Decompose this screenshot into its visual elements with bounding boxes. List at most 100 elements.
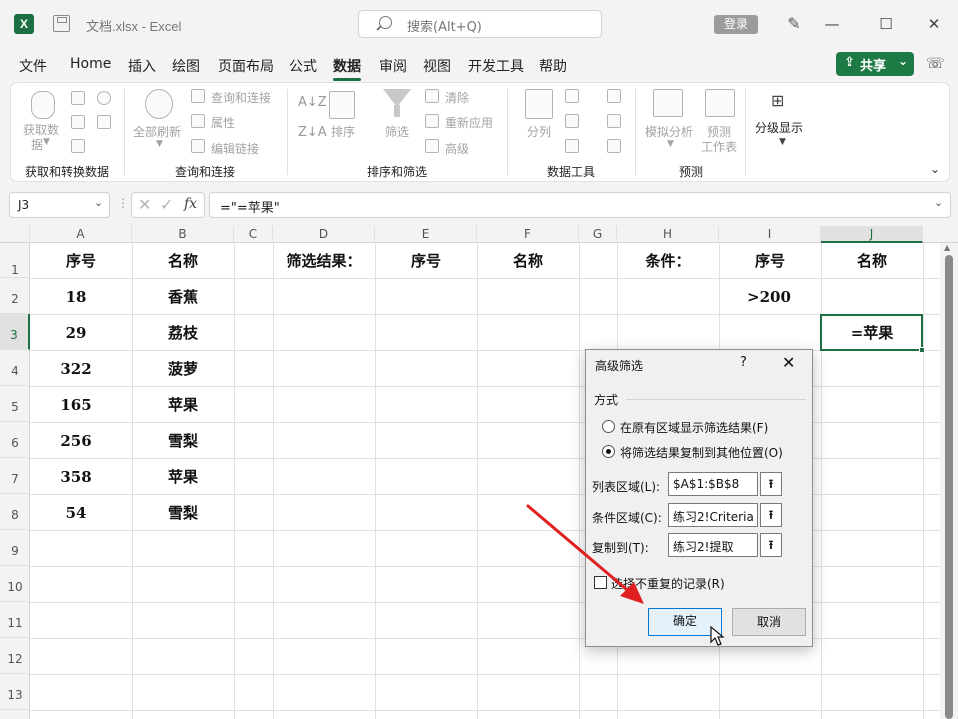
column-header-D[interactable]: D [273,226,375,243]
row-header-11[interactable]: 11 [0,602,30,638]
queries-connections-icon[interactable] [191,89,205,103]
cell-B3[interactable]: 荔枝 [132,315,234,351]
comment-icon[interactable]: ☏ [926,54,946,74]
filter-label[interactable]: 筛选 [385,123,409,140]
cell-J1[interactable]: 名称 [821,243,923,279]
menu-file[interactable]: 文件 [19,56,47,76]
save-icon[interactable] [53,15,70,32]
menu-view[interactable]: 视图 [423,56,451,76]
refresh-all-icon[interactable] [145,89,173,119]
from-table-icon[interactable] [71,139,85,153]
cell-B6[interactable]: 雪梨 [132,423,234,459]
share-button[interactable]: ⇪ 共享 ⌄ [836,52,914,76]
help-icon[interactable]: ? [740,355,747,370]
minimize-button[interactable]: — [820,12,844,36]
cell-A5[interactable]: 165 [30,387,122,423]
cell-A6[interactable]: 256 [30,423,122,459]
select-all-corner[interactable] [0,226,30,243]
scroll-thumb[interactable] [945,255,953,719]
cell-D1[interactable]: 筛选结果： [273,243,375,279]
search-input[interactable]: 搜索(Alt+Q) [358,10,602,38]
cell-B1[interactable]: 名称 [132,243,234,279]
radio-copy-to-location-label[interactable]: 将筛选结果复制到其他位置(O) [620,444,783,461]
row-header-10[interactable]: 10 [0,566,30,602]
data-model-icon[interactable] [607,139,621,153]
row-header-2[interactable]: 2 [0,278,30,314]
worksheet-grid[interactable]: A B C D E F G H I J 1 2 3 4 5 6 7 8 9 10… [0,226,958,719]
menu-review[interactable]: 审阅 [379,56,407,76]
login-button[interactable]: 登录 [714,15,758,34]
recent-sources-icon[interactable] [97,91,111,105]
forecast-sheet-icon[interactable] [705,89,735,117]
cell-A4[interactable]: 322 [30,351,122,387]
brush-icon[interactable]: ✎ [784,14,804,34]
from-text-icon[interactable] [71,91,85,105]
list-range-input[interactable]: $A$1:$B$8 [668,472,758,496]
menu-draw[interactable]: 绘图 [172,56,200,76]
what-if-analysis-label[interactable]: 模拟分析 [645,123,693,140]
get-data-icon[interactable] [31,91,55,119]
cell-B8[interactable]: 雪梨 [132,495,234,531]
menu-data[interactable]: 数据 [333,56,361,76]
maximize-button[interactable]: ☐ [874,12,898,36]
row-header-3[interactable]: 3 [0,314,30,350]
relationships-icon[interactable] [565,139,579,153]
row-header-4[interactable]: 4 [0,350,30,386]
collapse-list-range-icon[interactable]: ⭱ [760,472,782,496]
properties-label[interactable]: 属性 [211,114,235,131]
fill-handle[interactable] [919,347,925,353]
column-header-B[interactable]: B [132,226,234,243]
cell-F1[interactable]: 名称 [477,243,579,279]
criteria-range-input[interactable]: 练习2!Criteria [668,503,758,527]
text-to-columns-icon[interactable] [525,89,553,119]
collapse-copy-to-icon[interactable]: ⭱ [760,533,782,557]
insert-function-icon[interactable]: fx [184,196,197,212]
clear-filter-icon[interactable] [425,89,439,103]
cell-A8[interactable]: 54 [30,495,122,531]
cell-I2[interactable]: >200 [719,279,819,315]
cancel-button[interactable]: 取消 [732,608,806,636]
chevron-down-icon[interactable]: ⌄ [94,196,103,209]
row-header-9[interactable]: 9 [0,530,30,566]
cell-H1[interactable]: 条件： [617,243,719,279]
sort-descending-icon[interactable]: Z↓A [298,125,327,140]
cell-B4[interactable]: 菠萝 [132,351,234,387]
expand-formula-chevron-icon[interactable]: ⌄ [934,196,943,209]
cell-E1[interactable]: 序号 [375,243,477,279]
data-validation-icon[interactable] [565,114,579,128]
row-header-5[interactable]: 5 [0,386,30,422]
advanced-filter-icon[interactable] [425,139,439,153]
what-if-analysis-icon[interactable] [653,89,683,117]
cell-A3[interactable]: 29 [30,315,122,351]
reapply-label[interactable]: 重新应用 [445,114,493,131]
cancel-formula-icon[interactable]: ✕ [138,195,151,214]
cell-B7[interactable]: 苹果 [132,459,234,495]
outline-icon[interactable]: ⊞ [771,91,784,110]
enter-formula-icon[interactable]: ✓ [160,195,173,214]
scroll-up-icon[interactable]: ▲ [944,243,950,252]
menu-developer[interactable]: 开发工具 [468,56,524,76]
sort-icon[interactable] [329,91,355,119]
row-header-13[interactable]: 13 [0,674,30,710]
radio-filter-in-place-label[interactable]: 在原有区域显示筛选结果(F) [620,419,768,436]
consolidate-icon[interactable] [607,114,621,128]
collapse-criteria-range-icon[interactable]: ⭱ [760,503,782,527]
cell-A7[interactable]: 358 [30,459,122,495]
column-header-G[interactable]: G [579,226,617,243]
menu-help[interactable]: 帮助 [539,56,567,76]
sort-label[interactable]: 排序 [331,123,355,140]
cell-B2[interactable]: 香蕉 [132,279,234,315]
column-header-E[interactable]: E [375,226,477,243]
edit-links-icon[interactable] [191,139,205,153]
menu-formulas[interactable]: 公式 [289,56,317,76]
radio-filter-in-place[interactable] [602,420,615,433]
reapply-icon[interactable] [425,114,439,128]
cell-B5[interactable]: 苹果 [132,387,234,423]
column-header-F[interactable]: F [477,226,579,243]
row-header-8[interactable]: 8 [0,494,30,530]
existing-connections-icon[interactable] [97,115,111,129]
row-header-7[interactable]: 7 [0,458,30,494]
radio-copy-to-location[interactable] [602,445,615,458]
sort-ascending-icon[interactable]: A↓Z [298,95,327,110]
flash-fill-icon[interactable] [565,89,579,103]
